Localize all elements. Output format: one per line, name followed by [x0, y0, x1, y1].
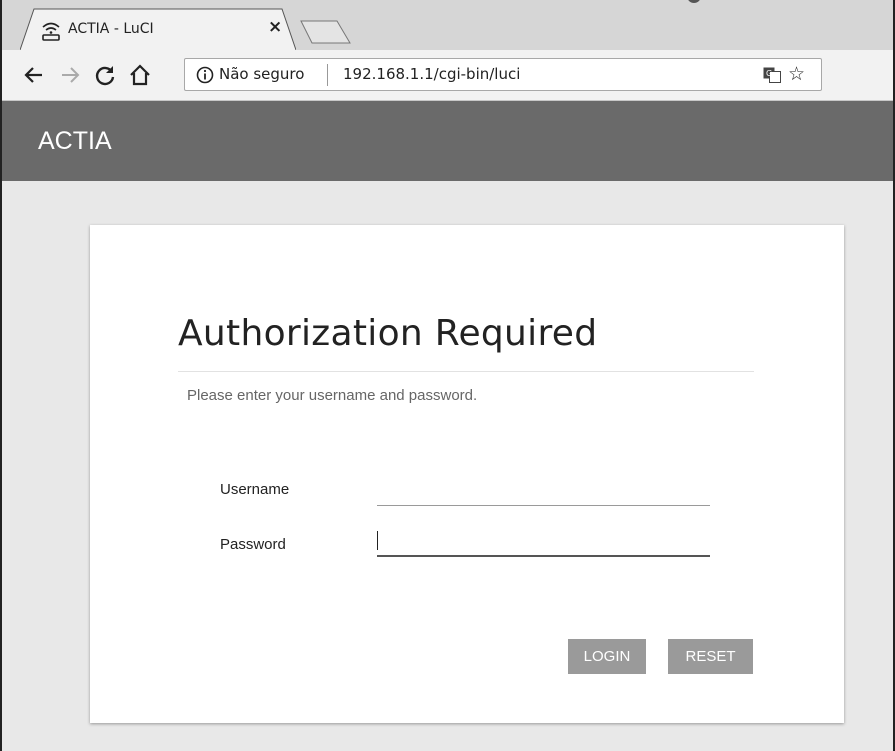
wifi-router-icon: [42, 22, 60, 41]
new-tab-button[interactable]: [300, 20, 352, 44]
reset-button[interactable]: RESET: [668, 639, 753, 674]
star-icon[interactable]: ☆: [788, 63, 805, 85]
tab-strip: ACTIA - LuCI ×: [2, 0, 893, 50]
text-caret: [377, 531, 378, 550]
form-instructions: Please enter your username and password.: [187, 387, 478, 404]
site-header: ACTIA: [2, 101, 893, 181]
omnibox-separator: [327, 64, 328, 86]
page-viewport: ACTIA Authorization Required Please ente…: [2, 101, 893, 751]
username-label: Username: [220, 481, 290, 498]
browser-toolbar: Não seguro 192.168.1.1/cgi-bin/luci G ☆: [2, 50, 893, 134]
forward-arrow-icon[interactable]: [58, 63, 82, 87]
tab-title: ACTIA - LuCI: [68, 21, 154, 37]
address-bar[interactable]: Não seguro 192.168.1.1/cgi-bin/luci G ☆: [184, 58, 822, 91]
brand-logo[interactable]: ACTIA: [38, 101, 112, 181]
login-card: Authorization Required Please enter your…: [90, 225, 844, 723]
browser-window: ACTIA - LuCI × Não seguro 192.168.1.1/cg…: [0, 0, 895, 751]
translate-icon[interactable]: G: [763, 67, 781, 83]
page-title: Authorization Required: [178, 313, 598, 354]
svg-text:G: G: [766, 69, 772, 78]
url-text[interactable]: 192.168.1.1/cgi-bin/luci: [343, 65, 520, 83]
window-controls[interactable]: [686, 0, 806, 6]
home-icon[interactable]: [128, 63, 152, 87]
password-label: Password: [220, 536, 286, 553]
security-indicator[interactable]: Não seguro: [219, 65, 304, 83]
title-divider: [178, 371, 754, 372]
login-button[interactable]: LOGIN: [568, 639, 646, 674]
reload-icon[interactable]: [93, 63, 117, 87]
password-field[interactable]: [377, 531, 710, 557]
browser-tab[interactable]: ACTIA - LuCI ×: [20, 8, 296, 50]
close-icon[interactable]: ×: [268, 17, 282, 37]
info-icon[interactable]: [196, 66, 214, 84]
username-field[interactable]: [377, 480, 710, 506]
back-arrow-icon[interactable]: [22, 63, 46, 87]
